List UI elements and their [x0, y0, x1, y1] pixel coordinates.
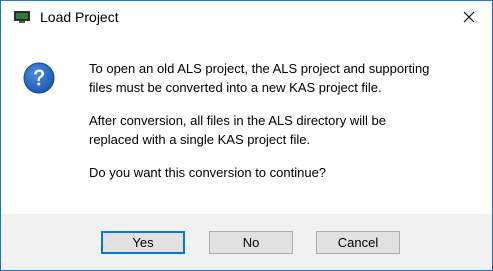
monitor-icon: [14, 11, 30, 23]
close-icon: [463, 11, 475, 22]
message-text: To open an old ALS project, the ALS proj…: [89, 59, 489, 196]
window-title: Load Project: [40, 9, 119, 25]
no-button[interactable]: No: [209, 231, 293, 254]
message-area: To open an old ALS project, the ALS proj…: [1, 32, 492, 214]
cancel-button[interactable]: Cancel: [316, 231, 400, 254]
message-paragraph-3: Do you want this conversion to continue?: [89, 165, 327, 180]
title-bar[interactable]: Load Project: [1, 1, 492, 32]
yes-button[interactable]: Yes: [101, 231, 185, 254]
question-icon: [23, 62, 55, 94]
message-paragraph-2: After conversion, all files in the ALS d…: [89, 113, 386, 147]
message-paragraph-1: To open an old ALS project, the ALS proj…: [89, 61, 430, 95]
close-button[interactable]: [446, 1, 492, 32]
button-bar: Yes No Cancel: [1, 214, 492, 270]
load-project-dialog: Load Project To open an old ALS project,…: [0, 0, 493, 271]
